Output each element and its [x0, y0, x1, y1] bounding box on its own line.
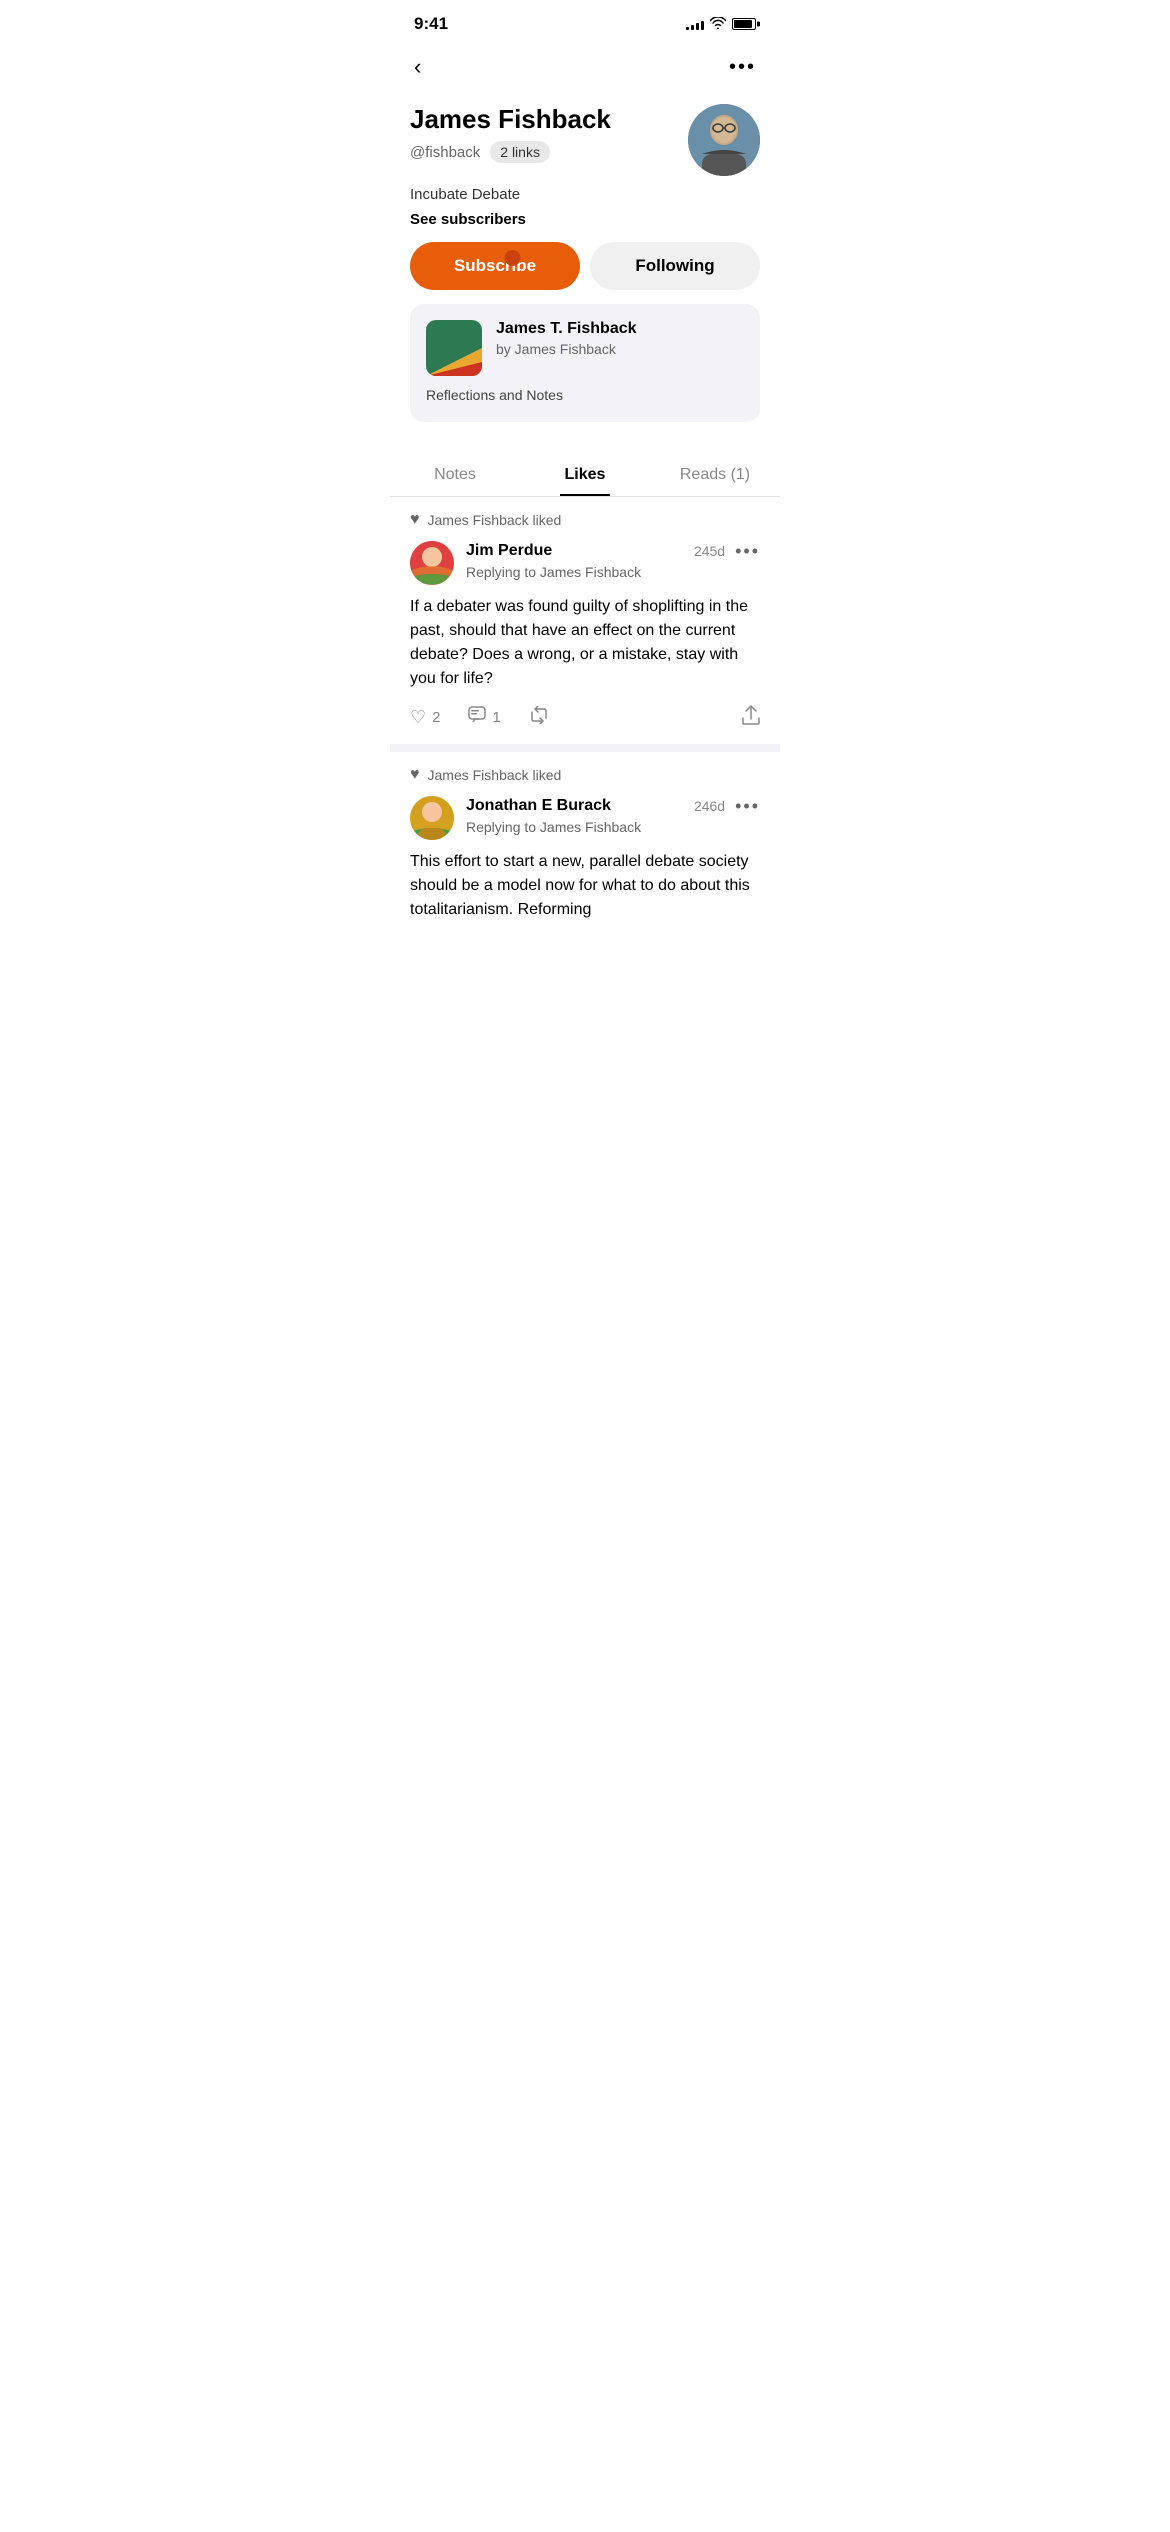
- see-subscribers[interactable]: See subscribers: [410, 211, 760, 228]
- post-meta-2: Jonathan E Burack 246d ••• Replying to J…: [466, 796, 760, 835]
- profile-info: James Fishback @fishback 2 links: [410, 104, 688, 163]
- more-button[interactable]: •••: [725, 52, 760, 83]
- restack-button-1[interactable]: [529, 706, 549, 729]
- back-button[interactable]: ‹: [410, 50, 425, 84]
- newsletter-description: Reflections and Notes: [426, 386, 744, 406]
- newsletter-logo-art: [426, 320, 482, 376]
- profile-name: James Fishback: [410, 104, 688, 135]
- post-time-more-1: 245d •••: [694, 541, 760, 562]
- comment-icon-1: [468, 706, 486, 729]
- profile-header: James Fishback @fishback 2 links: [410, 104, 760, 176]
- tab-notes[interactable]: Notes: [390, 452, 520, 496]
- avatar-jonathan-burack: [410, 796, 454, 840]
- share-button-1[interactable]: [742, 705, 760, 730]
- post-time-2: 246d: [694, 798, 725, 814]
- profile-links-badge[interactable]: 2 links: [490, 141, 550, 163]
- status-icons: [686, 16, 756, 32]
- following-button[interactable]: Following: [590, 242, 760, 290]
- post-header-1: Jim Perdue 245d ••• Replying to James Fi…: [410, 541, 760, 585]
- profile-bio: Incubate Debate: [410, 184, 760, 205]
- newsletter-details: James T. Fishback by James Fishback: [496, 320, 637, 357]
- profile-handle: @fishback: [410, 144, 480, 161]
- post-content-1: If a debater was found guilty of shoplif…: [410, 595, 760, 691]
- liked-by-1: James Fishback liked: [428, 512, 562, 528]
- restack-icon-1: [529, 706, 549, 729]
- post-meta-1: Jim Perdue 245d ••• Replying to James Fi…: [466, 541, 760, 580]
- bio-text: Incubate Debate: [410, 186, 520, 203]
- post-reply-to-1: Replying to James Fishback: [466, 564, 760, 580]
- post-time-1: 245d: [694, 543, 725, 559]
- status-time: 9:41: [414, 14, 448, 34]
- tabs-section: Notes Likes Reads (1): [390, 452, 780, 497]
- avatar: [688, 104, 760, 176]
- activity-header-2: ♥ James Fishback liked: [390, 752, 780, 784]
- signal-icon: [686, 18, 704, 30]
- activity-header-1: ♥ James Fishback liked: [390, 497, 780, 529]
- like-count-1: 2: [432, 709, 440, 726]
- post-author-row-2: Jonathan E Burack 246d •••: [466, 796, 760, 817]
- status-bar: 9:41: [390, 0, 780, 42]
- comment-count-1: 1: [492, 709, 500, 726]
- like-button-1[interactable]: ♡ 2: [410, 707, 440, 728]
- profile-section: James Fishback @fishback 2 links: [390, 96, 780, 442]
- bottom-safe-area: [390, 936, 780, 956]
- liked-heart-icon-2: ♥: [410, 766, 420, 784]
- newsletter-title: James T. Fishback: [496, 320, 637, 338]
- action-buttons: Subscribe Following: [410, 242, 760, 290]
- newsletter-author: by James Fishback: [496, 341, 637, 357]
- liked-by-2: James Fishback liked: [428, 767, 562, 783]
- post-reply-to-2: Replying to James Fishback: [466, 819, 760, 835]
- liked-heart-icon-1: ♥: [410, 511, 420, 529]
- post-actions-1: ♡ 2 1: [410, 705, 760, 730]
- tab-reads[interactable]: Reads (1): [650, 452, 780, 496]
- newsletter-card[interactable]: James T. Fishback by James Fishback Refl…: [410, 304, 760, 422]
- post-card-2: Jonathan E Burack 246d ••• Replying to J…: [390, 784, 780, 936]
- post-author-name-2: Jonathan E Burack: [466, 797, 611, 815]
- newsletter-inner: James T. Fishback by James Fishback: [426, 320, 744, 376]
- post-time-more-2: 246d •••: [694, 796, 760, 817]
- heart-icon-1: ♡: [410, 707, 426, 728]
- avatar-image: [688, 104, 760, 176]
- post-content-2: This effort to start a new, parallel deb…: [410, 850, 760, 922]
- wifi-icon: [710, 16, 726, 32]
- notification-dot: [505, 250, 521, 266]
- post-more-button-2[interactable]: •••: [735, 796, 760, 817]
- comment-button-1[interactable]: 1: [468, 706, 500, 729]
- nav-bar: ‹ •••: [390, 42, 780, 96]
- avatar-jim-perdue: [410, 541, 454, 585]
- feed: ♥ James Fishback liked Jim Perdue: [390, 497, 780, 936]
- subscribe-button[interactable]: Subscribe: [410, 242, 580, 290]
- post-header-2: Jonathan E Burack 246d ••• Replying to J…: [410, 796, 760, 840]
- tab-likes[interactable]: Likes: [520, 452, 650, 496]
- newsletter-logo: [426, 320, 482, 376]
- post-author-row-1: Jim Perdue 245d •••: [466, 541, 760, 562]
- battery-icon: [732, 18, 756, 30]
- profile-meta: @fishback 2 links: [410, 141, 688, 163]
- post-author-name-1: Jim Perdue: [466, 542, 552, 560]
- post-more-button-1[interactable]: •••: [735, 541, 760, 562]
- post-card-1: Jim Perdue 245d ••• Replying to James Fi…: [390, 529, 780, 752]
